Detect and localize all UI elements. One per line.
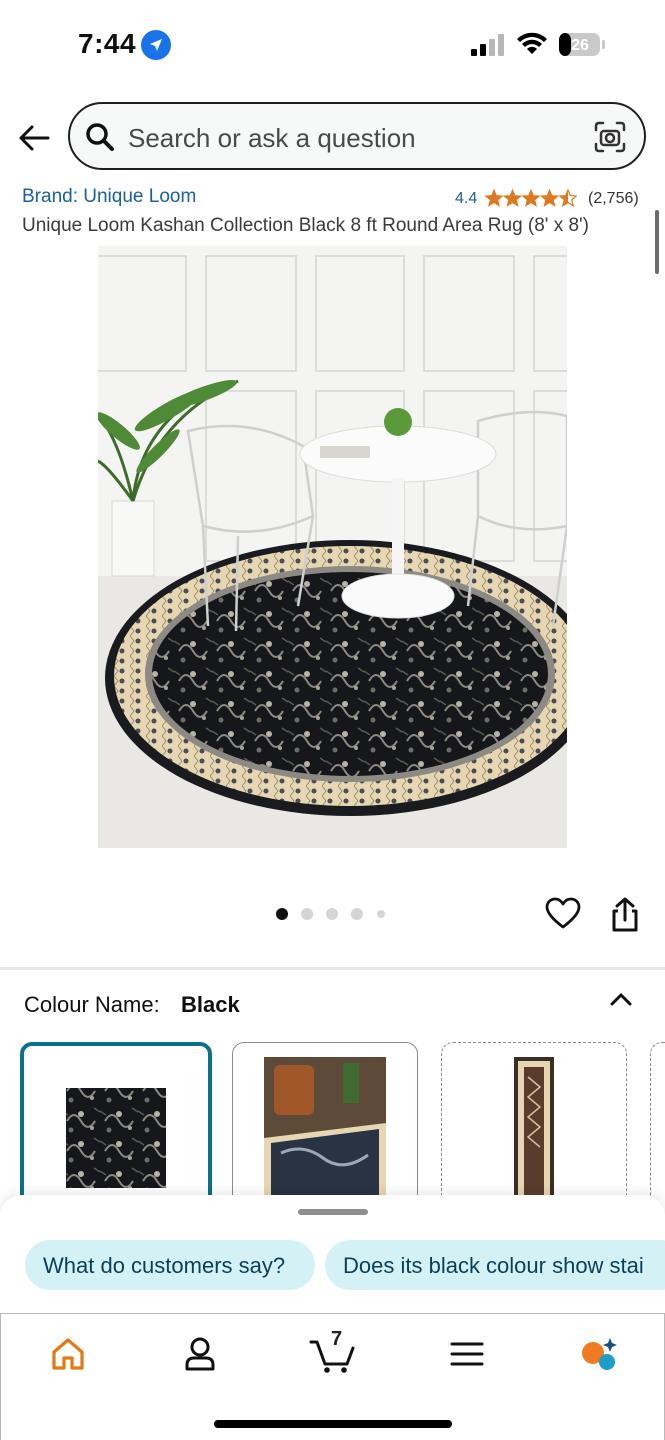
wifi-icon [516, 32, 548, 56]
colour-swatch-black-room[interactable] [232, 1042, 418, 1212]
carousel-dot[interactable] [326, 908, 338, 920]
back-arrow-icon[interactable] [16, 120, 52, 156]
profile-icon[interactable] [180, 1334, 220, 1374]
carousel-dot[interactable] [377, 910, 385, 918]
suggestion-chip[interactable]: Does its black colour show stai [325, 1240, 665, 1290]
camera-icon[interactable] [592, 119, 628, 155]
colour-swatch-black-runner[interactable] [441, 1042, 627, 1212]
section-divider [0, 967, 665, 970]
search-icon [84, 121, 116, 153]
rating-value[interactable]: 4.4 [455, 190, 477, 208]
battery-icon: 26 [558, 32, 606, 57]
cart-count-badge: 7 [331, 1328, 343, 1350]
colour-swatch-more[interactable] [650, 1042, 665, 1212]
suggestion-chip[interactable]: What do customers say? [25, 1240, 315, 1290]
sheet-grabber[interactable] [298, 1209, 368, 1215]
colour-label: Colour Name: [24, 992, 160, 1017]
carousel-dot[interactable] [301, 908, 313, 920]
rufus-icon[interactable] [579, 1334, 619, 1374]
colour-swatch-black-square[interactable] [20, 1042, 212, 1212]
battery-level: 26 [571, 37, 589, 54]
carousel-dot[interactable] [351, 908, 363, 920]
brand-link[interactable]: Brand: Unique Loom [22, 186, 196, 208]
bottom-nav: 7 [0, 1313, 665, 1440]
image-carousel-dots[interactable] [276, 908, 396, 922]
status-bar: 7:44 26 [0, 0, 665, 90]
chevron-up-icon[interactable] [608, 988, 634, 1010]
scroll-indicator [655, 210, 659, 274]
home-icon[interactable] [48, 1334, 88, 1374]
share-icon[interactable] [608, 896, 642, 934]
home-indicator [214, 1420, 452, 1428]
colour-value: Black [181, 992, 240, 1017]
search-input[interactable]: Search or ask a question [128, 123, 416, 154]
rating-count[interactable]: (2,756) [588, 190, 639, 208]
product-title: Unique Loom Kashan Collection Black 8 ft… [22, 215, 590, 236]
product-image[interactable] [98, 246, 567, 848]
search-bar[interactable]: Search or ask a question [68, 102, 646, 170]
heart-icon[interactable] [545, 896, 581, 932]
cellular-signal-icon [470, 34, 506, 56]
menu-icon[interactable] [447, 1334, 487, 1374]
carousel-dot[interactable] [276, 908, 288, 920]
location-arrow-icon [141, 30, 171, 60]
status-time: 7:44 [78, 28, 137, 59]
star-rating[interactable] [485, 188, 578, 208]
